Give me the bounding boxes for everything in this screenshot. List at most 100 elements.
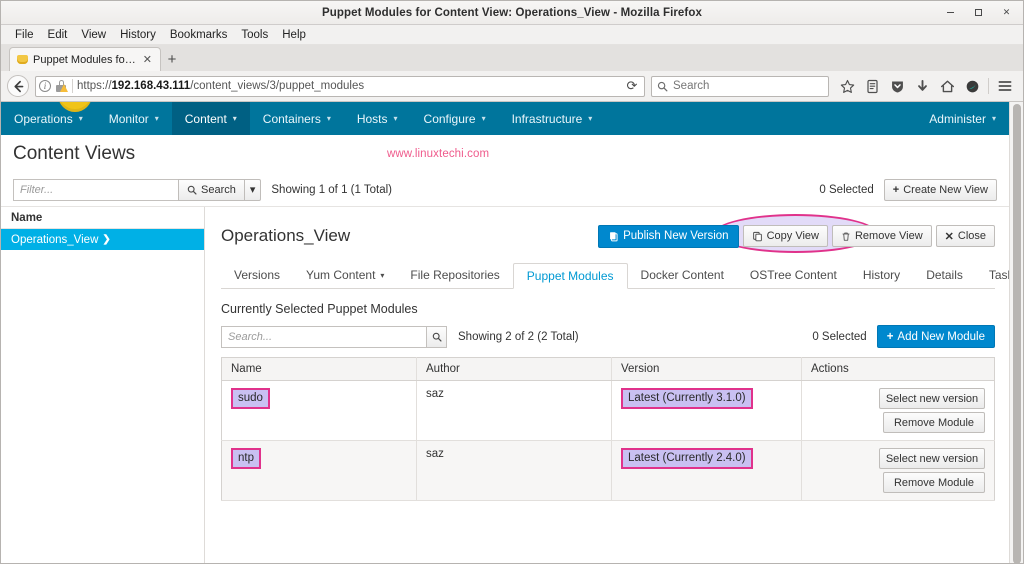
firefox-account-icon[interactable] bbox=[960, 74, 984, 98]
content-view-header: Operations_View Publish New Version Copy… bbox=[221, 214, 995, 253]
sidebar-item-operations-view[interactable]: Operations_View ❯ bbox=[1, 229, 204, 250]
close-window-button[interactable]: ✕ bbox=[1001, 7, 1012, 18]
close-view-button[interactable]: ✕ Close bbox=[935, 225, 995, 247]
scrollbar-thumb[interactable] bbox=[1013, 104, 1021, 563]
copy-view-label: Copy View bbox=[766, 230, 819, 242]
close-tab-icon[interactable]: ✕ bbox=[141, 53, 154, 66]
content-views-sidebar: Name Operations_View ❯ bbox=[1, 207, 205, 563]
tab-versions-label: Versions bbox=[234, 268, 281, 282]
tab-file-repositories[interactable]: File Repositories bbox=[397, 262, 512, 288]
nav-item-configure[interactable]: Configure ▾ bbox=[411, 102, 499, 135]
create-new-view-button[interactable]: + Create New View bbox=[883, 178, 997, 201]
column-header-author[interactable]: Author bbox=[416, 357, 612, 381]
hamburger-menu-icon[interactable] bbox=[993, 74, 1017, 98]
filter-search-label: Search bbox=[201, 183, 236, 196]
copy-view-button[interactable]: Copy View bbox=[742, 225, 828, 247]
nav-item-administer[interactable]: Administer ▾ bbox=[916, 102, 1009, 135]
module-toolbar-right: 0 Selected + Add New Module bbox=[812, 325, 995, 348]
nav-item-administer-label: Administer bbox=[929, 111, 986, 126]
filter-search-button[interactable]: Search bbox=[178, 178, 245, 201]
tab-yum-content[interactable]: Yum Content ▾ bbox=[293, 262, 397, 288]
cell-module-version: Latest (Currently 3.1.0) bbox=[611, 380, 802, 441]
module-search-button[interactable] bbox=[426, 325, 447, 348]
select-new-version-button[interactable]: Select new version bbox=[879, 388, 985, 409]
browser-search-placeholder: Search bbox=[673, 80, 710, 92]
nav-item-infrastructure[interactable]: Infrastructure ▾ bbox=[499, 102, 606, 135]
module-version-highlight: Latest (Currently 2.4.0) bbox=[621, 448, 753, 469]
menu-bookmarks[interactable]: Bookmarks bbox=[164, 27, 234, 43]
url-path: /content_views/3/puppet_modules bbox=[190, 80, 365, 92]
tab-ostree-content[interactable]: OSTree Content bbox=[737, 262, 850, 288]
menu-tools[interactable]: Tools bbox=[235, 27, 274, 43]
filter-toolbar: Filter... Search ▾ Showing 1 of 1 (1 Tot… bbox=[1, 173, 1009, 207]
cell-module-name: ntp bbox=[221, 440, 417, 501]
module-search-input[interactable]: Search... bbox=[221, 325, 426, 348]
sidebar-column-header: Name bbox=[1, 207, 204, 229]
menu-help[interactable]: Help bbox=[276, 27, 312, 43]
publish-new-version-label: Publish New Version bbox=[623, 230, 729, 242]
nav-item-monitor-label: Monitor bbox=[108, 111, 149, 126]
menu-view[interactable]: View bbox=[75, 27, 112, 43]
tab-docker-content-label: Docker Content bbox=[640, 268, 724, 282]
chevron-down-icon: ▾ bbox=[232, 114, 237, 123]
nav-item-content[interactable]: Content ▾ bbox=[171, 102, 250, 135]
tab-versions[interactable]: Versions bbox=[221, 262, 293, 288]
publish-new-version-button[interactable]: Publish New Version bbox=[598, 224, 739, 248]
url-bar[interactable]: i https://192.168.43.111/content_views/3… bbox=[35, 75, 645, 97]
remove-module-button[interactable]: Remove Module bbox=[883, 412, 985, 433]
downloads-icon[interactable] bbox=[910, 74, 934, 98]
chevron-down-icon: ▾ bbox=[326, 114, 331, 123]
home-icon[interactable] bbox=[935, 74, 959, 98]
module-table-toolbar: Search... Showing 2 of 2 (2 Total) 0 Sel… bbox=[221, 325, 995, 348]
nav-item-operations-label: Operations bbox=[14, 111, 73, 126]
tab-puppet-modules[interactable]: Puppet Modules bbox=[512, 263, 628, 289]
tab-docker-content[interactable]: Docker Content bbox=[628, 262, 737, 288]
browser-search-box[interactable]: Search bbox=[651, 75, 829, 97]
tab-history[interactable]: History bbox=[850, 262, 913, 288]
remove-module-button[interactable]: Remove Module bbox=[883, 472, 985, 493]
page-scrollbar[interactable] bbox=[1009, 102, 1023, 563]
add-new-module-button[interactable]: + Add New Module bbox=[876, 325, 995, 348]
tab-history-label: History bbox=[862, 268, 901, 282]
bookmark-star-icon[interactable] bbox=[835, 74, 859, 98]
window-title: Puppet Modules for Content View: Operati… bbox=[322, 6, 702, 19]
library-icon[interactable] bbox=[860, 74, 884, 98]
chevron-down-icon: ▾ bbox=[588, 114, 593, 123]
module-version-highlight: Latest (Currently 3.1.0) bbox=[621, 388, 753, 409]
menu-file[interactable]: File bbox=[9, 27, 40, 43]
module-action-buttons: Select new version Remove Module bbox=[811, 448, 985, 493]
maximize-button[interactable] bbox=[973, 7, 984, 18]
select-new-version-button[interactable]: Select new version bbox=[879, 448, 985, 469]
menu-history[interactable]: History bbox=[114, 27, 162, 43]
site-info-icon[interactable]: i bbox=[39, 80, 51, 92]
column-header-version[interactable]: Version bbox=[611, 357, 802, 381]
chevron-down-icon: ▾ bbox=[78, 114, 83, 123]
nav-item-containers[interactable]: Containers ▾ bbox=[250, 102, 344, 135]
menu-edit[interactable]: Edit bbox=[42, 27, 74, 43]
puppet-modules-table: Name Author Version Actions sudo saz Lat… bbox=[221, 357, 995, 501]
create-new-view-label: Create New View bbox=[903, 183, 988, 196]
column-header-name[interactable]: Name bbox=[221, 357, 417, 381]
nav-item-hosts[interactable]: Hosts ▾ bbox=[344, 102, 411, 135]
module-showing-text: Showing 2 of 2 (2 Total) bbox=[458, 330, 579, 343]
filter-input[interactable]: Filter... bbox=[13, 178, 178, 201]
plus-icon: + bbox=[886, 330, 894, 343]
browser-tab[interactable]: Puppet Modules for Co... ✕ bbox=[9, 47, 161, 71]
reload-icon[interactable]: ⟳ bbox=[623, 78, 641, 94]
nav-item-monitor[interactable]: Monitor ▾ bbox=[96, 102, 172, 135]
tab-details[interactable]: Details bbox=[913, 262, 976, 288]
module-name-highlight: ntp bbox=[231, 448, 261, 469]
window-controls: ✕ bbox=[945, 7, 1023, 18]
tab-tasks[interactable]: Tasks bbox=[976, 262, 1009, 288]
back-button[interactable] bbox=[7, 75, 29, 97]
filter-search-dropdown[interactable]: ▾ bbox=[244, 178, 262, 201]
pocket-shield-icon[interactable] bbox=[885, 74, 909, 98]
new-tab-button[interactable]: + bbox=[161, 47, 183, 71]
cell-module-version: Latest (Currently 2.4.0) bbox=[611, 440, 802, 501]
remove-view-button[interactable]: Remove View bbox=[831, 225, 932, 247]
url-text: https://192.168.43.111/content_views/3/p… bbox=[77, 80, 619, 92]
insecure-lock-icon[interactable] bbox=[55, 80, 68, 93]
nav-item-content-label: Content bbox=[184, 111, 227, 126]
minimize-button[interactable] bbox=[945, 7, 956, 18]
window-titlebar: Puppet Modules for Content View: Operati… bbox=[1, 1, 1023, 25]
